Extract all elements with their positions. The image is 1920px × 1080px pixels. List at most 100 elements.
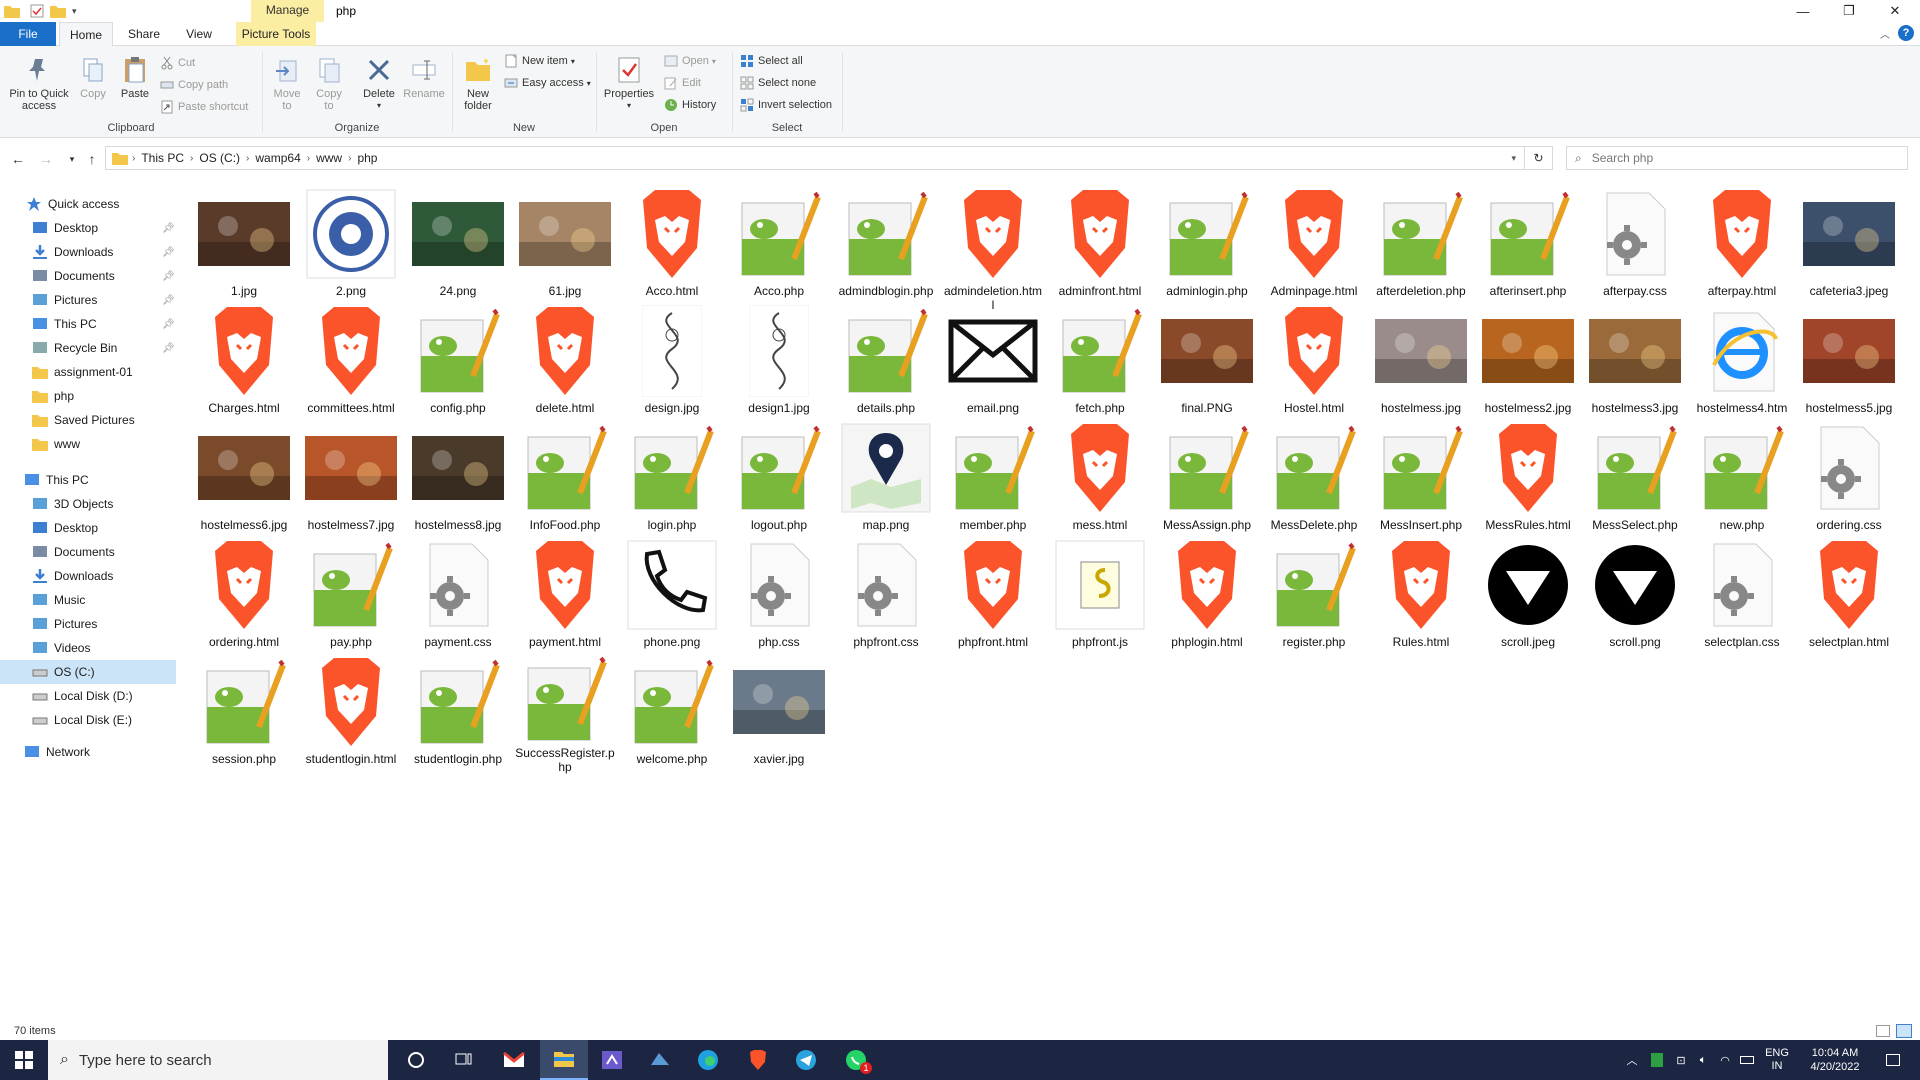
open-button[interactable]: Open ▾ (664, 52, 716, 70)
file-item[interactable]: pay.php (301, 537, 401, 653)
brave-taskbar-icon[interactable] (734, 1040, 782, 1080)
file-item[interactable]: cafeteria3.jpeg (1799, 186, 1899, 302)
search-input[interactable]: ⌕ Search php (1566, 146, 1908, 170)
file-item[interactable]: ordering.css (1799, 420, 1899, 536)
nav-pc-item-downloads[interactable]: Downloads (0, 564, 176, 588)
file-item[interactable]: studentlogin.php (408, 654, 508, 770)
nav-network[interactable]: Network (0, 740, 176, 764)
breadcrumb-os-c[interactable]: OS (C:) (199, 151, 240, 165)
manage-context-tab[interactable]: Manage (251, 0, 324, 22)
file-item[interactable]: afterpay.html (1692, 186, 1792, 302)
new-item-button[interactable]: New item ▾ (504, 52, 575, 70)
properties-button[interactable]: Properties ▾ (602, 54, 656, 112)
tab-home[interactable]: Home (59, 22, 113, 47)
cut-button[interactable]: Cut (160, 54, 195, 72)
breadcrumb-wamp64[interactable]: wamp64 (255, 151, 300, 165)
file-item[interactable]: design.jpg (622, 303, 722, 419)
nav-pc-item-documents[interactable]: Documents (0, 540, 176, 564)
new-folder-icon[interactable] (50, 4, 66, 18)
nav-qa-item-www[interactable]: www (0, 432, 176, 456)
maximize-button[interactable]: ❐ (1826, 0, 1872, 22)
file-item[interactable]: afterpay.css (1585, 186, 1685, 302)
select-none-button[interactable]: Select none (740, 74, 816, 92)
back-arrow-icon[interactable]: ← (8, 150, 28, 168)
move-to-button[interactable]: Move to (270, 54, 304, 112)
file-item[interactable]: new.php (1692, 420, 1792, 536)
file-item[interactable]: phpfront.html (943, 537, 1043, 653)
nav-qa-item-desktop[interactable]: Desktop 📌︎ (0, 216, 176, 240)
tab-share[interactable]: Share (120, 22, 168, 46)
nav-qa-item-this-pc[interactable]: This PC 📌︎ (0, 312, 176, 336)
file-item[interactable]: welcome.php (622, 654, 722, 770)
file-item[interactable]: email.png (943, 303, 1043, 419)
taskbar-search-input[interactable]: ⌕ Type here to search (48, 1040, 388, 1080)
nav-qa-item-pictures[interactable]: Pictures 📌︎ (0, 288, 176, 312)
file-item[interactable]: admindeletion.html (943, 186, 1043, 312)
file-item[interactable]: Hostel.html (1264, 303, 1364, 419)
forward-arrow-icon[interactable]: → (36, 150, 56, 168)
collapse-ribbon-icon[interactable]: ︿ (1880, 26, 1890, 41)
chevron-right-icon[interactable]: › (307, 153, 310, 164)
whatsapp-icon[interactable]: 1 (832, 1040, 880, 1080)
file-item[interactable]: committees.html (301, 303, 401, 419)
file-item[interactable]: hostelmess6.jpg (194, 420, 294, 536)
file-item[interactable]: 24.png (408, 186, 508, 302)
nav-qa-item-recycle-bin[interactable]: Recycle Bin 📌︎ (0, 336, 176, 360)
nav-pc-item-3d-objects[interactable]: 3D Objects (0, 492, 176, 516)
nav-qa-item-php[interactable]: php (0, 384, 176, 408)
file-item[interactable]: hostelmess5.jpg (1799, 303, 1899, 419)
new-folder-button[interactable]: New folder (458, 54, 498, 112)
nav-quick-access[interactable]: Quick access (0, 192, 176, 216)
file-item[interactable]: MessRules.html (1478, 420, 1578, 536)
file-item[interactable]: Acco.php (729, 186, 829, 302)
file-item[interactable]: logout.php (729, 420, 829, 536)
file-item[interactable]: admindblogin.php (836, 186, 936, 302)
file-item[interactable]: SuccessRegister.php (515, 654, 615, 774)
chevron-right-icon[interactable]: › (132, 153, 135, 164)
file-item[interactable]: phone.png (622, 537, 722, 653)
delete-dropdown-icon[interactable]: ▾ (377, 100, 381, 112)
paste-button[interactable]: Paste (118, 54, 152, 100)
tab-view[interactable]: View (175, 22, 223, 46)
nav-pc-item-desktop[interactable]: Desktop (0, 516, 176, 540)
file-item[interactable]: MessAssign.php (1157, 420, 1257, 536)
file-item[interactable]: design1.jpg (729, 303, 829, 419)
address-bar[interactable]: › This PC › OS (C:) › wamp64 › www › php… (105, 146, 1525, 170)
paste-shortcut-button[interactable]: Paste shortcut (160, 98, 248, 116)
start-button[interactable] (0, 1040, 48, 1080)
rename-button[interactable]: Rename (402, 54, 446, 100)
delete-button[interactable]: Delete ▾ (360, 54, 398, 112)
copy-path-button[interactable]: Copy path (160, 76, 228, 94)
battery-icon[interactable] (1738, 1040, 1756, 1080)
help-icon[interactable]: ? (1898, 25, 1914, 41)
copy-to-button[interactable]: Copy to (312, 54, 346, 112)
file-item[interactable]: selectplan.html (1799, 537, 1899, 653)
file-item[interactable]: InfoFood.php (515, 420, 615, 536)
file-item[interactable]: 61.jpg (515, 186, 615, 302)
visual-studio-icon[interactable] (588, 1040, 636, 1080)
refresh-icon[interactable]: ↻ (1525, 146, 1553, 170)
file-item[interactable]: adminfront.html (1050, 186, 1150, 302)
file-item[interactable]: 2.png (301, 186, 401, 302)
details-view-icon[interactable] (1876, 1025, 1890, 1037)
telegram-icon[interactable] (782, 1040, 830, 1080)
file-item[interactable]: mess.html (1050, 420, 1150, 536)
chevron-right-icon[interactable]: › (190, 153, 193, 164)
file-item[interactable]: xavier.jpg (729, 654, 829, 770)
nav-qa-item-saved-pictures[interactable]: Saved Pictures (0, 408, 176, 432)
file-item[interactable]: hostelmess4.htm (1692, 303, 1792, 419)
app-icon[interactable] (636, 1040, 684, 1080)
history-button[interactable]: History (664, 96, 716, 114)
file-item[interactable]: phplogin.html (1157, 537, 1257, 653)
wifi-icon[interactable]: ◠ (1716, 1040, 1734, 1080)
edit-button[interactable]: Edit (664, 74, 701, 92)
easy-access-button[interactable]: Easy access ▾ (504, 74, 591, 92)
nav-qa-item-documents[interactable]: Documents 📌︎ (0, 264, 176, 288)
file-explorer-taskbar-icon[interactable] (540, 1040, 588, 1080)
file-item[interactable]: studentlogin.html (301, 654, 401, 770)
file-item[interactable]: register.php (1264, 537, 1364, 653)
file-item[interactable]: hostelmess.jpg (1371, 303, 1471, 419)
file-item[interactable]: hostelmess3.jpg (1585, 303, 1685, 419)
file-item[interactable]: adminlogin.php (1157, 186, 1257, 302)
file-item[interactable]: payment.html (515, 537, 615, 653)
